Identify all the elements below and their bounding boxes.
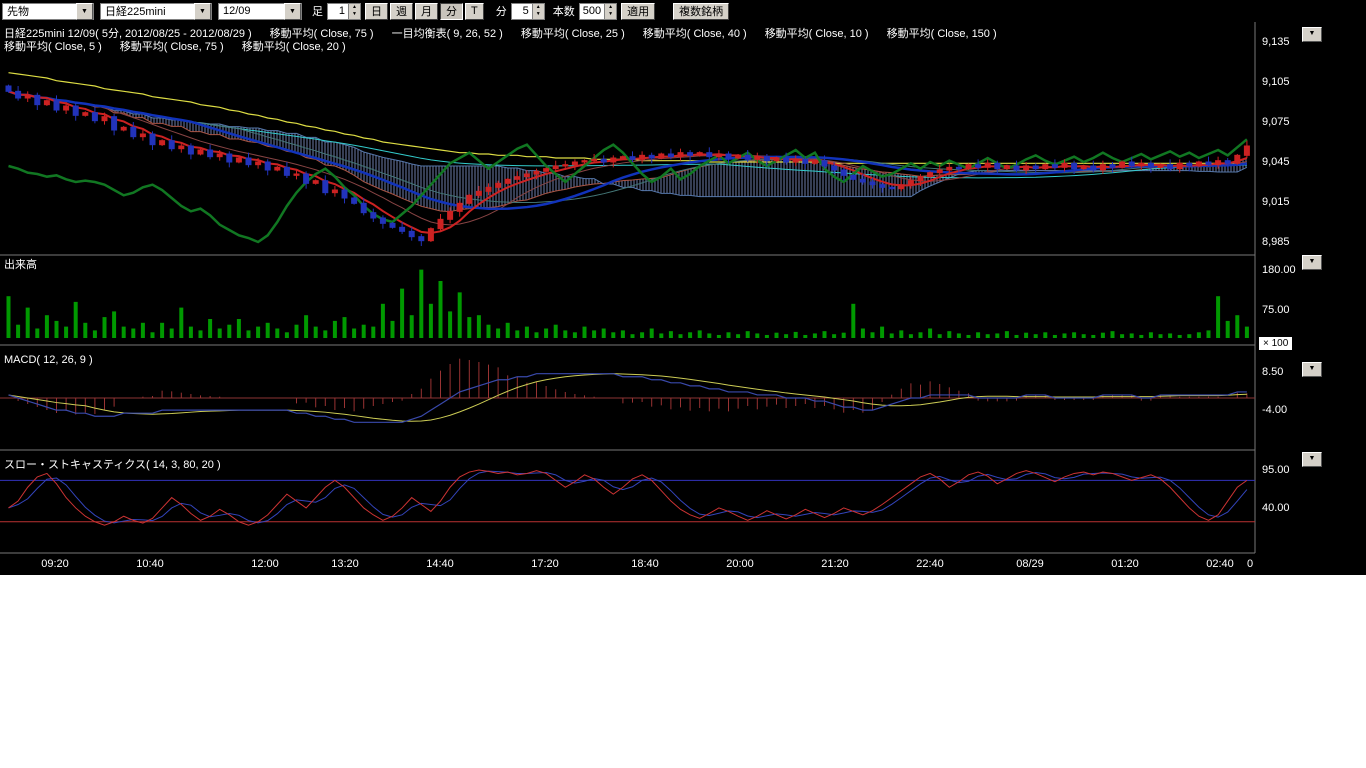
timeframe-month-button[interactable]: 月 <box>415 3 438 20</box>
symbol-value: 日経225mini <box>101 3 194 19</box>
spin-up-icon[interactable]: ▲ <box>349 4 360 11</box>
price-axis-tick: 8,985 <box>1262 236 1290 248</box>
multi-symbol-button[interactable]: 複数銘柄 <box>673 3 729 20</box>
indicator-legend: 一目均衡表( 9, 26, 52 ) <box>392 28 503 40</box>
time-axis-label: 01:20 <box>1111 558 1139 570</box>
timeframe-minute-button[interactable]: 分 <box>440 3 463 20</box>
spinner-buttons[interactable]: ▲ ▼ <box>348 4 360 19</box>
indicator-legend: 移動平均( Close, 40 ) <box>643 28 747 40</box>
chevron-down-icon[interactable]: ▼ <box>284 3 301 20</box>
spin-down-icon[interactable]: ▼ <box>533 11 544 18</box>
indicator-legend: 移動平均( Close, 75 ) <box>120 41 224 53</box>
price-axis-tick: 9,045 <box>1262 156 1290 168</box>
time-axis-label: 20:00 <box>726 558 754 570</box>
time-axis-label: 0 <box>1247 558 1253 570</box>
minutes-value: 5 <box>512 5 532 17</box>
macd-panel-label: MACD( 12, 26, 9 ) <box>4 354 93 366</box>
chevron-down-icon[interactable]: ▼ <box>76 3 93 20</box>
volume-axis-tick: 180.00 <box>1262 264 1296 276</box>
top-toolbar: 先物 ▼ 日経225mini ▼ 12/09 ▼ 足 1 ▲ ▼ 日 週 月 分… <box>0 0 1366 22</box>
spinner-buttons[interactable]: ▲ ▼ <box>532 4 544 19</box>
interval-stepper[interactable]: 1 ▲ ▼ <box>327 3 361 20</box>
price-axis-tick: 9,105 <box>1262 76 1290 88</box>
minutes-label: 分 <box>496 3 507 19</box>
time-axis-label: 22:40 <box>916 558 944 570</box>
time-axis-label: 14:40 <box>426 558 454 570</box>
interval-value: 1 <box>328 5 348 17</box>
price-panel-menu-button[interactable]: ▼ <box>1302 27 1322 42</box>
indicator-legend: 移動平均( Close, 150 ) <box>887 28 997 40</box>
indicator-legend: 移動平均( Close, 10 ) <box>765 28 869 40</box>
indicator-legend-row-2: 移動平均( Close, 5 ) 移動平均( Close, 75 ) 移動平均( C… <box>4 38 364 54</box>
volume-axis-tick: 75.00 <box>1262 304 1290 316</box>
bar-count-label: 本数 <box>553 3 575 19</box>
minutes-stepper[interactable]: 5 ▲ ▼ <box>511 3 545 20</box>
indicator-legend: 移動平均( Close, 20 ) <box>242 41 346 53</box>
spin-down-icon[interactable]: ▼ <box>349 11 360 18</box>
volume-panel-label: 出来高 <box>4 256 37 272</box>
time-axis-label: 18:40 <box>631 558 659 570</box>
spin-down-icon[interactable]: ▼ <box>605 11 616 18</box>
symbol-select[interactable]: 日経225mini ▼ <box>100 3 212 20</box>
spinner-buttons[interactable]: ▲ ▼ <box>604 4 616 19</box>
bar-type-label: 足 <box>312 3 323 19</box>
apply-button[interactable]: 適用 <box>621 3 655 20</box>
stoch-axis-tick: 40.00 <box>1262 502 1290 514</box>
time-axis-label: 21:20 <box>821 558 849 570</box>
time-axis-label: 13:20 <box>331 558 359 570</box>
chart-canvas[interactable]: 日経225mini 12/09( 5分, 2012/08/25 - 2012/0… <box>0 22 1366 575</box>
bar-count-stepper[interactable]: 500 ▲ ▼ <box>579 3 617 20</box>
spin-up-icon[interactable]: ▲ <box>605 4 616 11</box>
chart-plot[interactable] <box>0 22 1366 575</box>
time-axis-label: 02:40 <box>1206 558 1234 570</box>
price-axis-tick: 9,135 <box>1262 36 1290 48</box>
volume-panel-menu-button[interactable]: ▼ <box>1302 255 1322 270</box>
time-axis-label: 12:00 <box>251 558 279 570</box>
timeframe-tick-button[interactable]: T <box>465 3 484 20</box>
timeframe-week-button[interactable]: 週 <box>390 3 413 20</box>
timeframe-day-button[interactable]: 日 <box>365 3 388 20</box>
time-axis-label: 10:40 <box>136 558 164 570</box>
contract-month-select[interactable]: 12/09 ▼ <box>218 3 302 20</box>
stoch-panel-label: スロー・ストキャスティクス( 14, 3, 80, 20 ) <box>4 456 221 472</box>
volume-multiplier-badge: × 100 <box>1258 336 1293 351</box>
price-axis-tick: 9,075 <box>1262 116 1290 128</box>
price-axis-tick: 9,015 <box>1262 196 1290 208</box>
bar-count-value: 500 <box>580 5 604 17</box>
stoch-axis-tick: 95.00 <box>1262 464 1290 476</box>
time-axis-label: 17:20 <box>531 558 559 570</box>
chevron-down-icon[interactable]: ▼ <box>194 3 211 20</box>
indicator-legend: 移動平均( Close, 25 ) <box>521 28 625 40</box>
macd-axis-tick: 8.50 <box>1262 366 1283 378</box>
macd-panel-menu-button[interactable]: ▼ <box>1302 362 1322 377</box>
spin-up-icon[interactable]: ▲ <box>533 4 544 11</box>
instrument-type-value: 先物 <box>3 3 76 19</box>
time-axis-label: 09:20 <box>41 558 69 570</box>
macd-axis-tick: -4.00 <box>1262 404 1287 416</box>
time-axis-label: 08/29 <box>1016 558 1044 570</box>
instrument-type-select[interactable]: 先物 ▼ <box>2 3 94 20</box>
indicator-legend: 移動平均( Close, 5 ) <box>4 41 102 53</box>
contract-month-value: 12/09 <box>219 5 284 17</box>
stoch-panel-menu-button[interactable]: ▼ <box>1302 452 1322 467</box>
